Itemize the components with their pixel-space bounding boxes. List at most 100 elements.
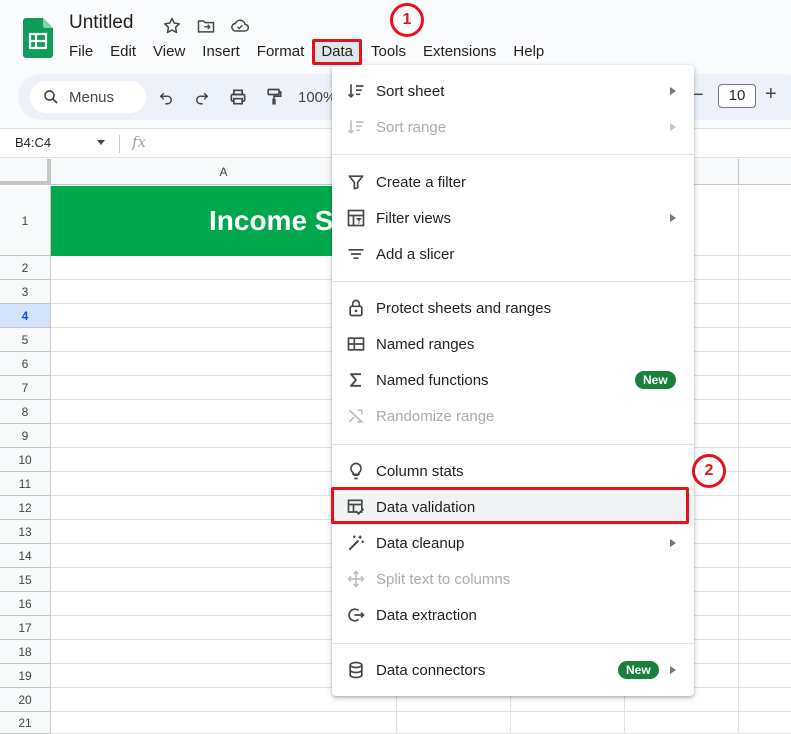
row-header-16[interactable]: 16 [0, 592, 51, 616]
menu-file[interactable]: File [60, 39, 101, 65]
filter-icon [346, 172, 366, 192]
menu-tools[interactable]: Tools [362, 39, 414, 65]
row-header-11[interactable]: 11 [0, 472, 51, 496]
increase-font-size-button[interactable]: + [765, 83, 777, 106]
row-header-8[interactable]: 8 [0, 400, 51, 424]
new-badge: New [618, 661, 659, 679]
row-header-14[interactable]: 14 [0, 544, 51, 568]
menu-item-data-cleanup[interactable]: Data cleanup [332, 525, 694, 561]
menu-separator [332, 643, 694, 644]
step-2-callout: 2 [692, 454, 726, 488]
menu-item-sort-range: Sort range [332, 109, 694, 145]
row-header-2[interactable]: 2 [0, 256, 51, 280]
menu-item-data-extraction[interactable]: Data extraction [332, 597, 694, 633]
undo-button[interactable] [150, 81, 182, 113]
menu-item-label: Sort range [376, 118, 447, 136]
menu-item-split-text: Split text to columns [332, 561, 694, 597]
row-header-20[interactable]: 20 [0, 688, 51, 712]
menu-item-label: Data cleanup [376, 534, 465, 552]
menu-separator [332, 281, 694, 282]
menu-item-label: Add a slicer [376, 245, 455, 263]
paint-format-icon [267, 88, 282, 105]
row-header-19[interactable]: 19 [0, 664, 51, 688]
menu-item-label: Column stats [376, 462, 464, 480]
submenu-arrow-icon [670, 123, 676, 131]
database-icon [346, 660, 366, 680]
submenu-arrow-icon [670, 666, 676, 674]
redo-icon [196, 92, 209, 105]
menu-item-add-slicer[interactable]: Add a slicer [332, 236, 694, 272]
submenu-arrow-icon [670, 87, 676, 95]
magic-wand-icon [346, 533, 366, 553]
row-header-15[interactable]: 15 [0, 568, 51, 592]
row-header-12[interactable]: 12 [0, 496, 51, 520]
menu-item-sort-sheet[interactable]: Sort sheet [332, 73, 694, 109]
menu-separator [332, 444, 694, 445]
name-box[interactable]: B4:C4 [15, 135, 51, 150]
name-box-dropdown-icon[interactable] [97, 140, 105, 145]
menu-item-label: Named functions [376, 371, 489, 389]
star-icon[interactable] [160, 14, 184, 38]
menu-item-label: Protect sheets and ranges [376, 299, 552, 317]
search-icon [44, 90, 58, 104]
formula-divider [119, 135, 120, 153]
sheets-logo-icon[interactable] [23, 18, 53, 58]
step-1-callout: 1 [390, 3, 424, 37]
row-header-21[interactable]: 21 [0, 712, 51, 734]
menu-edit[interactable]: Edit [101, 39, 144, 65]
menu-item-named-functions[interactable]: Named functions New [332, 362, 694, 398]
search-menus-label: Menus [69, 88, 115, 106]
row-gridline [51, 711, 791, 712]
menu-item-data-connectors[interactable]: Data connectors New [332, 652, 694, 688]
move-to-folder-icon[interactable] [194, 14, 218, 38]
lightbulb-icon [346, 461, 366, 481]
menu-item-create-filter[interactable]: Create a filter [332, 164, 694, 200]
row-header-9[interactable]: 9 [0, 424, 51, 448]
cloud-saved-icon[interactable] [228, 14, 252, 38]
menu-format[interactable]: Format [248, 39, 313, 65]
menu-item-named-ranges[interactable]: Named ranges [332, 326, 694, 362]
menu-insert[interactable]: Insert [193, 39, 248, 65]
split-icon [346, 569, 366, 589]
row-header-3[interactable]: 3 [0, 280, 51, 304]
row-header-18[interactable]: 18 [0, 640, 51, 664]
row-header-1[interactable]: 1 [0, 186, 51, 256]
lock-icon [346, 298, 366, 318]
row-header-6[interactable]: 6 [0, 352, 51, 376]
sort-range-icon [346, 117, 366, 137]
menu-item-label: Split text to columns [376, 570, 511, 588]
zoom-select[interactable]: 100% [298, 89, 336, 106]
paint-format-button[interactable] [258, 81, 290, 113]
menu-extensions[interactable]: Extensions [414, 39, 504, 65]
menu-item-column-stats[interactable]: Column stats [332, 453, 694, 489]
search-menus-button[interactable]: Menus [30, 81, 146, 113]
submenu-arrow-icon [670, 214, 676, 222]
row-header-7[interactable]: 7 [0, 376, 51, 400]
print-button[interactable] [222, 81, 254, 113]
menu-data[interactable]: Data [312, 39, 362, 65]
data-menu-dropdown: Sort sheet Sort range Create a filter Fi… [332, 65, 694, 696]
submenu-arrow-icon [670, 539, 676, 547]
row-header-10[interactable]: 10 [0, 448, 51, 472]
document-title[interactable]: Untitled [69, 12, 133, 34]
font-size-input[interactable]: 10 [718, 84, 756, 108]
menu-bar: File Edit View Insert Format Data Tools … [60, 38, 552, 66]
fx-icon: fx [132, 133, 147, 151]
row-header-5[interactable]: 5 [0, 328, 51, 352]
menu-item-label: Data connectors [376, 661, 486, 679]
menu-view[interactable]: View [144, 39, 193, 65]
menu-item-label: Named ranges [376, 335, 475, 353]
redo-button[interactable] [186, 81, 218, 113]
row-header-13[interactable]: 13 [0, 520, 51, 544]
row-header-17[interactable]: 17 [0, 616, 51, 640]
shuffle-icon [346, 406, 366, 426]
menu-help[interactable]: Help [504, 39, 552, 65]
sigma-icon [346, 370, 366, 390]
menu-item-filter-views[interactable]: Filter views [332, 200, 694, 236]
menu-item-randomize-range: Randomize range [332, 398, 694, 434]
filter-views-icon [346, 208, 366, 228]
select-all-corner[interactable] [0, 159, 51, 185]
row-header-4[interactable]: 4 [0, 304, 51, 328]
menu-item-protect-sheets[interactable]: Protect sheets and ranges [332, 290, 694, 326]
column-header[interactable] [739, 159, 791, 185]
